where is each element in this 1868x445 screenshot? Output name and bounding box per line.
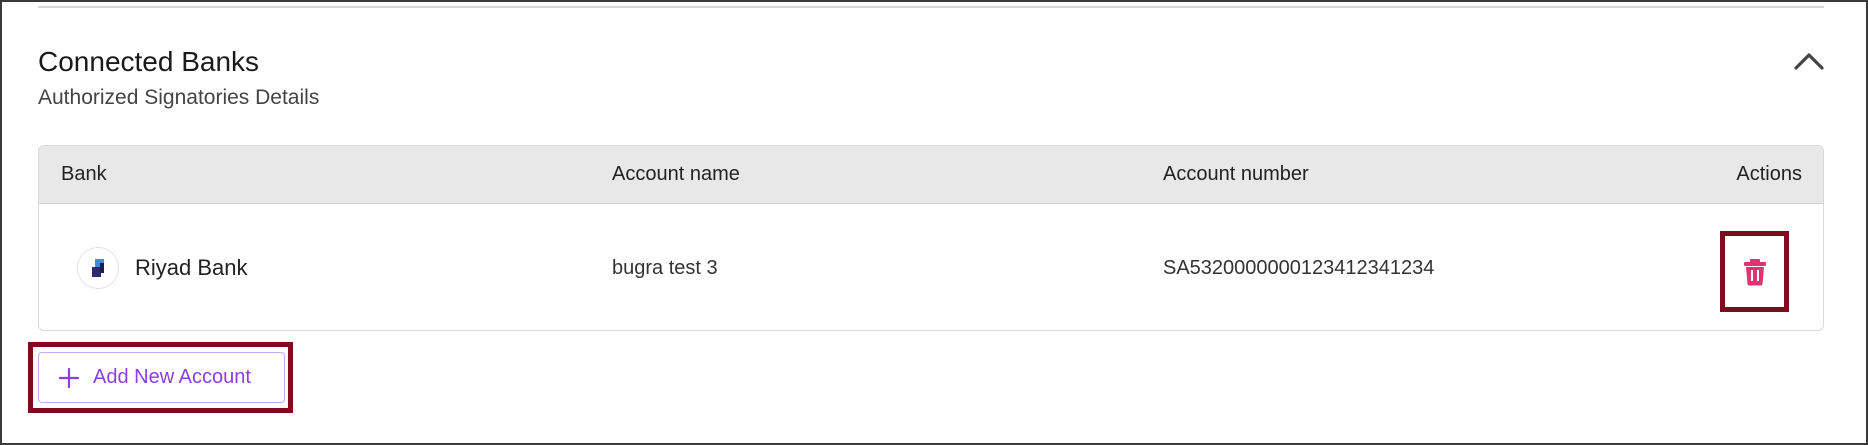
- chevron-up-icon: [1794, 53, 1824, 70]
- plus-icon: [58, 367, 80, 388]
- divider: [38, 6, 1824, 8]
- table-header: Bank Account name Account number Actions: [39, 146, 1823, 204]
- page-subtitle: Authorized Signatories Details: [38, 86, 320, 109]
- bank-cell: Riyad Bank: [77, 247, 248, 289]
- riyad-bank-logo: [77, 247, 119, 289]
- account-name: bugra test 3: [612, 257, 718, 279]
- header-actions: Actions: [1736, 163, 1802, 185]
- account-number: SA5320000000123412341234: [1163, 257, 1435, 279]
- connected-banks-panel: Connected Banks Authorized Signatories D…: [0, 0, 1868, 445]
- page-title: Connected Banks: [38, 46, 260, 77]
- header-account-number: Account number: [1163, 163, 1309, 185]
- trash-icon: [1743, 258, 1766, 285]
- bank-name: Riyad Bank: [135, 255, 248, 280]
- header-bank: Bank: [61, 163, 107, 185]
- add-new-account-button[interactable]: Add New Account: [38, 352, 285, 403]
- header-account-name: Account name: [612, 163, 740, 185]
- accounts-table: Bank Account name Account number Actions…: [38, 145, 1824, 331]
- collapse-button[interactable]: [1792, 44, 1826, 74]
- delete-button[interactable]: [1720, 231, 1789, 312]
- add-new-account-label: Add New Account: [93, 366, 251, 388]
- table-row: Riyad Bank bugra test 3 SA53200000001234…: [39, 204, 1823, 330]
